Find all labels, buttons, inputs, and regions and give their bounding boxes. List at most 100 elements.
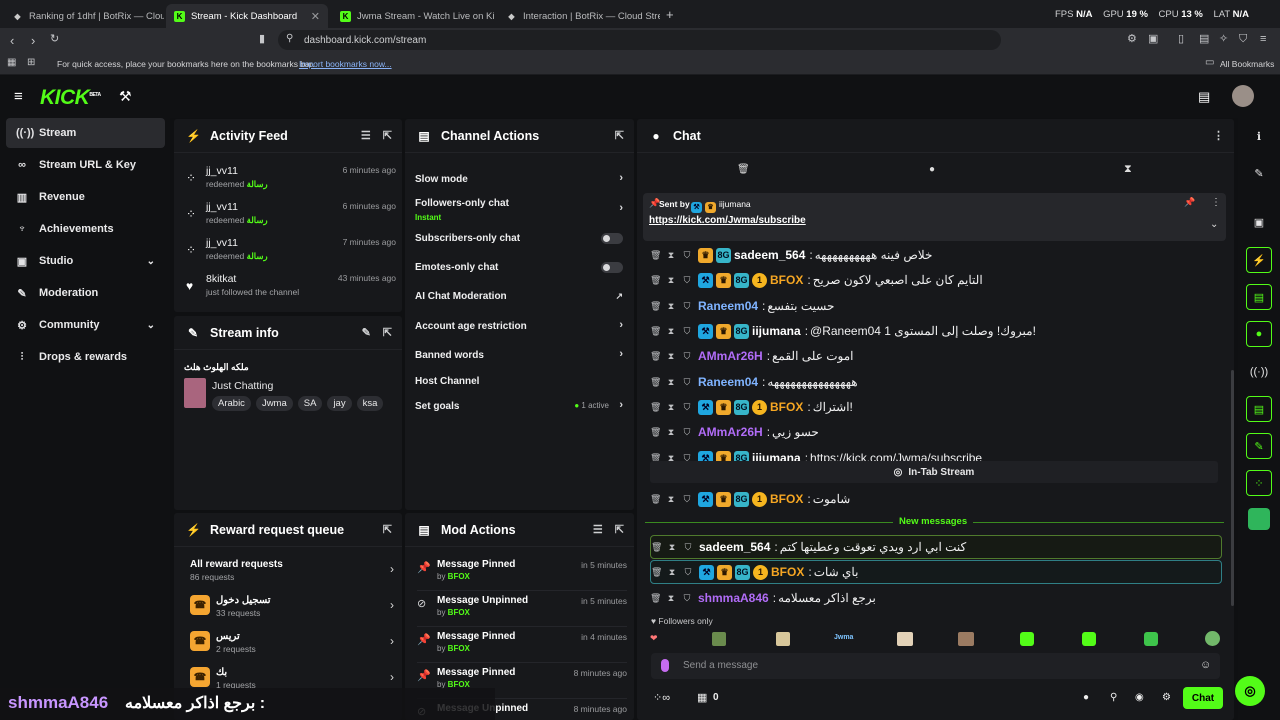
bookmark-icon[interactable]: ▮: [259, 34, 265, 45]
moderator-pin-icon[interactable]: ⚒: [119, 88, 132, 105]
chat-username[interactable]: BFOX: [770, 400, 803, 414]
ban-icon[interactable]: ⛉: [682, 427, 692, 438]
grid-icon[interactable]: ⊞: [27, 58, 35, 68]
sidebar-toggle-icon[interactable]: ▯: [1178, 34, 1184, 45]
chat-input[interactable]: Send a message: [683, 660, 758, 671]
emote[interactable]: [1020, 632, 1034, 646]
mod-actions-icon[interactable]: ▤: [1246, 396, 1272, 422]
chat-message[interactable]: 🗑 ⧗ ⛉ ⚒ ♛ 8G 1 BFOX: شاموت: [650, 487, 1222, 511]
chat-message[interactable]: 🗑 ⧗ ⛉ shmmaA846: برجع اذاكر معسلامه: [650, 586, 1222, 610]
set-goals-row[interactable]: Set goals ● 1 active ›: [415, 392, 623, 420]
chat-username[interactable]: BFOX: [770, 492, 803, 506]
browser-tab[interactable]: ◆ Ranking of 1dhf | BotRix — Cloud Str: [4, 4, 164, 28]
host-channel-row[interactable]: Host Channel: [415, 367, 623, 395]
inbox-icon[interactable]: ▤: [1198, 89, 1210, 105]
popout-icon[interactable]: ⇱: [615, 129, 624, 142]
kick-logo[interactable]: KICKBETA: [40, 86, 101, 110]
microphone-icon[interactable]: [661, 659, 669, 672]
slow-mode-row[interactable]: Slow mode ›: [415, 165, 623, 193]
reload-icon[interactable]: ↻: [50, 34, 59, 45]
tag[interactable]: SA: [297, 396, 323, 411]
reward-row[interactable]: ☎ تريس 2 requests ›: [188, 625, 394, 659]
chat-username[interactable]: BFOX: [771, 565, 804, 579]
chat-username[interactable]: sadeem_564: [734, 248, 805, 262]
chat-icon[interactable]: ●: [1246, 321, 1272, 347]
extension-icon[interactable]: [1248, 508, 1270, 530]
emote[interactable]: [776, 632, 790, 646]
community-icon[interactable]: ⁘: [1246, 470, 1272, 496]
new-tab-icon[interactable]: +: [666, 8, 674, 21]
banned-words-row[interactable]: Banned words ›: [415, 341, 623, 369]
tag[interactable]: Jwma: [255, 396, 293, 411]
chat-message[interactable]: 🗑 ⧗ ⛉ AMmAr26H: حسو زيي: [650, 420, 1222, 444]
delete-message-icon[interactable]: 🗑: [650, 250, 661, 261]
reward-row[interactable]: ☎ تسجيل دخول 33 requests ›: [188, 589, 394, 623]
emote[interactable]: Jwma: [834, 634, 853, 641]
timeout-icon[interactable]: ⧗: [666, 377, 676, 388]
all-reward-requests-row[interactable]: All reward requests 86 requests ›: [188, 553, 394, 587]
timeout-icon[interactable]: ⧗: [666, 275, 676, 286]
timeout-icon[interactable]: ⧗: [666, 301, 676, 312]
chat-message[interactable]: 🗑 ⧗ ⛉ ⚒ ♛ 8G iijumana: @Raneem04 مبروك! وصلت إ…: [650, 319, 1222, 343]
delete-message-icon[interactable]: 🗑: [650, 326, 661, 337]
delete-icon[interactable]: 🗑: [737, 164, 750, 175]
sidebar-item-stream-url[interactable]: ∞ Stream URL & Key: [6, 150, 165, 180]
timeout-icon[interactable]: ⧗: [666, 427, 676, 438]
unpin-icon[interactable]: 📌: [1184, 197, 1195, 208]
delete-message-icon[interactable]: 🗑: [651, 567, 662, 578]
extensions-icon[interactable]: ⚙: [1127, 34, 1137, 45]
popout-icon[interactable]: ⇱: [383, 326, 392, 339]
chat-username[interactable]: iijumana: [752, 324, 801, 338]
timeout-icon[interactable]: ⧗: [666, 250, 676, 261]
info-icon[interactable]: ℹ: [1246, 123, 1272, 149]
chat-username[interactable]: AMmAr26H: [698, 425, 763, 439]
filter-icon[interactable]: ☰: [361, 129, 371, 142]
ban-icon[interactable]: ⛉: [682, 377, 692, 388]
tag[interactable]: ksa: [356, 396, 384, 411]
site-info-icon[interactable]: ⚲: [286, 34, 293, 44]
pinned-user[interactable]: iijumana: [719, 199, 751, 209]
delete-message-icon[interactable]: 🗑: [650, 427, 661, 438]
chat-message[interactable]: 🗑 ⧗ ⛉ ⚒ ♛ 8G 1 BFOX: باي شات: [650, 560, 1222, 584]
subscribers-only-toggle[interactable]: [601, 233, 623, 244]
delete-message-icon[interactable]: 🗑: [650, 351, 661, 362]
screenshot-icon[interactable]: ▣: [1148, 34, 1158, 45]
delete-message-icon[interactable]: 🗑: [650, 275, 661, 286]
more-options-icon[interactable]: ⋮: [1213, 129, 1224, 142]
popout-icon[interactable]: ⇱: [383, 523, 392, 536]
sidebar-item-studio[interactable]: ▣ Studio ⌄: [6, 246, 165, 276]
followers-only-row[interactable]: Followers-only chat Instant ›: [415, 195, 623, 223]
browser-tab[interactable]: K Jwma Stream - Watch Live on Kick ✕: [332, 4, 494, 28]
chat-message[interactable]: 🗑 ⧗ ⛉ sadeem_564: كنت ابي ارد ويدي تعوقت وع…: [650, 535, 1222, 559]
lightning-icon[interactable]: ⚡: [1246, 247, 1272, 273]
filter-icon[interactable]: ☰: [593, 523, 603, 536]
ban-icon[interactable]: ⛉: [682, 250, 692, 261]
vpn-icon[interactable]: ⛉: [1239, 34, 1247, 45]
ban-icon[interactable]: ⛉: [683, 567, 693, 578]
chat-username[interactable]: Raneem04: [698, 299, 758, 313]
wallet-icon[interactable]: ▤: [1199, 34, 1209, 45]
sidebar-item-stream[interactable]: ((·)) Stream: [6, 118, 165, 148]
sidebar-item-community[interactable]: ⚙ Community ⌄: [6, 310, 165, 340]
import-bookmarks-link[interactable]: Import bookmarks now...: [299, 59, 392, 69]
ai-moderation-row[interactable]: AI Chat Moderation ↗: [415, 282, 623, 310]
emoji-icon[interactable]: ☺: [1200, 659, 1211, 671]
popout-icon[interactable]: ⇱: [615, 523, 624, 536]
emote[interactable]: [1082, 632, 1096, 646]
emote[interactable]: [1144, 632, 1158, 646]
sidebar-item-drops[interactable]: ⫶ Drops & rewards: [6, 342, 165, 372]
chevron-down-icon[interactable]: ⌄: [1210, 219, 1218, 230]
emote-picker-icon[interactable]: ◉: [1135, 692, 1144, 703]
screen-capture-icon[interactable]: ▣: [1246, 209, 1272, 235]
timeout-icon[interactable]: ⧗: [666, 326, 676, 337]
settings-icon[interactable]: ⚙: [1162, 692, 1171, 703]
chat-username[interactable]: AMmAr26H: [698, 349, 763, 363]
all-bookmarks[interactable]: All Bookmarks: [1220, 59, 1274, 69]
edit-icon[interactable]: ✎: [1246, 160, 1272, 186]
chat-scrollbar[interactable]: [1231, 370, 1234, 606]
chat-username[interactable]: shmmaA846: [698, 591, 769, 605]
chat-username[interactable]: BFOX: [770, 273, 803, 287]
pinned-link[interactable]: https://kick.com/Jwma/subscribe: [649, 215, 806, 226]
support-chat-icon[interactable]: ◎: [1235, 676, 1265, 706]
delete-message-icon[interactable]: 🗑: [650, 377, 661, 388]
